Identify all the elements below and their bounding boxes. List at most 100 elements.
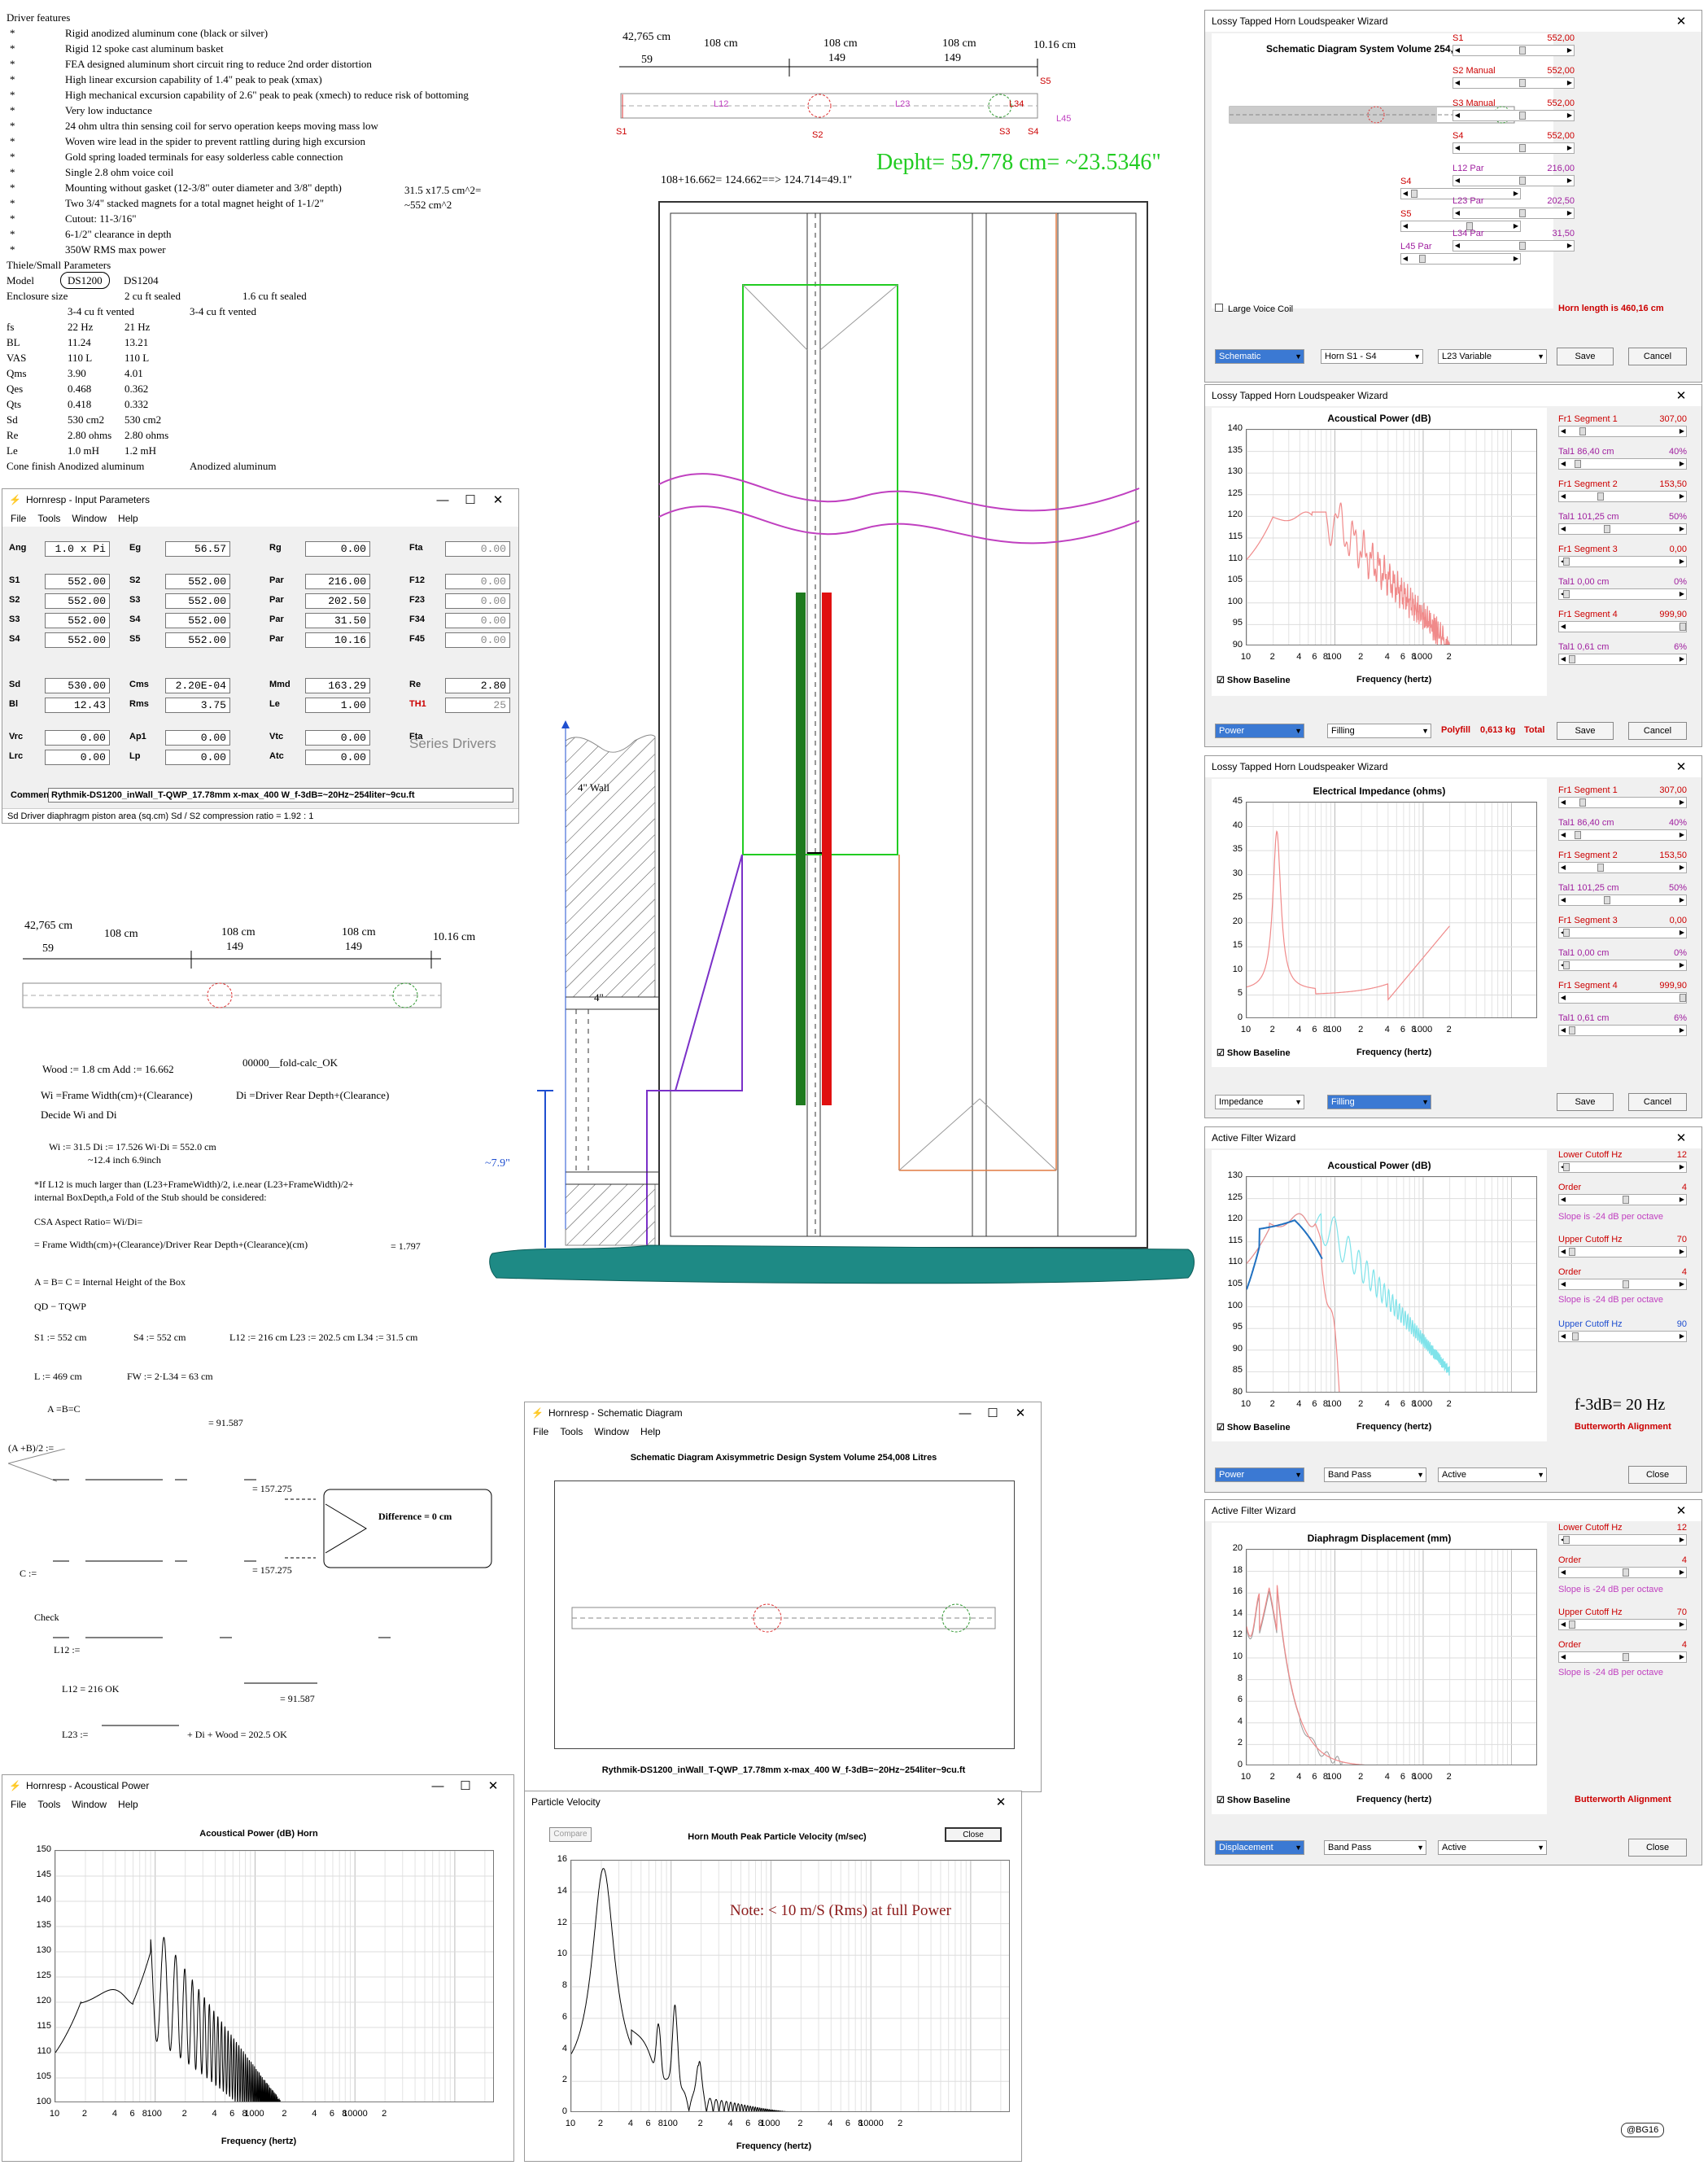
slider-right-arrow[interactable]: ▶ [1678, 1279, 1686, 1289]
slider-right-arrow[interactable]: ▶ [1678, 1026, 1686, 1035]
slider-thumb[interactable] [1519, 79, 1527, 87]
slider-right-arrow[interactable]: ▶ [1566, 241, 1574, 251]
slider-right-arrow[interactable]: ▶ [1678, 830, 1686, 840]
slider[interactable]: ◀▶ [1558, 927, 1687, 938]
menu-file[interactable]: File [11, 1799, 26, 1810]
slider-left-arrow[interactable]: ◀ [1453, 208, 1461, 218]
large-voice-coil[interactable]: Large Voice Coil [1215, 304, 1293, 314]
slider-thumb[interactable] [1579, 798, 1586, 807]
param-field[interactable]: 552.00 [165, 574, 230, 589]
filter1-close[interactable]: ✕ [1667, 1131, 1695, 1145]
slider[interactable]: ◀▶ [1558, 556, 1687, 567]
wizard2-close[interactable]: ✕ [1667, 388, 1695, 403]
slider-left-arrow[interactable]: ◀ [1559, 1026, 1567, 1035]
menu-file[interactable]: File [11, 513, 26, 524]
param-field[interactable]: 216.00 [305, 574, 370, 589]
save-button[interactable]: Save [1557, 722, 1614, 740]
param-field[interactable]: 552.00 [165, 593, 230, 609]
param-field[interactable]: 552.00 [165, 613, 230, 628]
cancel-button[interactable]: Cancel [1628, 1093, 1687, 1111]
save-button[interactable]: Save [1557, 1093, 1614, 1111]
dropdown-power[interactable]: Power ▼ [1215, 1467, 1304, 1482]
slider-thumb[interactable] [1562, 1163, 1570, 1171]
slider-left-arrow[interactable]: ◀ [1453, 143, 1461, 153]
minimize-button[interactable]: — [424, 1779, 452, 1793]
slider-thumb[interactable] [1579, 427, 1586, 435]
slider-left-arrow[interactable]: ◀ [1559, 524, 1567, 534]
slider-right-arrow[interactable]: ▶ [1678, 589, 1686, 599]
slider-left-arrow[interactable]: ◀ [1559, 622, 1567, 632]
slider[interactable]: ◀▶ [1558, 1194, 1687, 1205]
dropdown-displacement[interactable]: Displacement ▼ [1215, 1840, 1304, 1855]
show-baseline[interactable]: ☑ Show Baseline [1217, 675, 1291, 685]
slider[interactable]: ◀▶ [1452, 240, 1575, 251]
slider-right-arrow[interactable]: ▶ [1678, 1568, 1686, 1577]
slider-right-arrow[interactable]: ▶ [1678, 798, 1686, 807]
param-field[interactable]: 1.00 [305, 698, 370, 713]
slider-thumb[interactable] [1574, 831, 1581, 839]
slider-left-arrow[interactable]: ◀ [1559, 863, 1567, 873]
slider-thumb[interactable] [1623, 1280, 1629, 1288]
slider-right-arrow[interactable]: ▶ [1678, 1162, 1686, 1172]
slider[interactable]: ◀▶ [1558, 1025, 1687, 1036]
slider-left-arrow[interactable]: ◀ [1559, 1332, 1567, 1341]
slider-left-arrow[interactable]: ◀ [1559, 654, 1567, 664]
slider-right-arrow[interactable]: ▶ [1678, 1195, 1686, 1205]
slider-thumb[interactable] [1562, 558, 1570, 566]
menu-tools[interactable]: Tools [37, 513, 60, 524]
dropdown-filling[interactable]: Filling ▼ [1327, 724, 1431, 738]
slider[interactable]: ◀▶ [1452, 175, 1575, 186]
slider-thumb[interactable] [1519, 177, 1527, 185]
param-field[interactable]: 0.00 [45, 750, 110, 765]
slider[interactable]: ◀▶ [1558, 829, 1687, 841]
slider-thumb[interactable] [1562, 929, 1570, 937]
slider-left-arrow[interactable]: ◀ [1559, 895, 1567, 905]
param-field[interactable]: 552.00 [45, 593, 110, 609]
menu-window[interactable]: Window [72, 1799, 107, 1810]
slider-thumb[interactable] [1519, 144, 1527, 152]
slider[interactable]: ◀▶ [1558, 1279, 1687, 1290]
param-field[interactable]: 0.00 [305, 730, 370, 746]
param-field[interactable]: 0.00 [305, 541, 370, 557]
param-field[interactable]: 0.00 [165, 730, 230, 746]
slider-thumb[interactable] [1519, 242, 1527, 250]
slider-thumb[interactable] [1418, 255, 1426, 263]
slider-thumb[interactable] [1571, 1332, 1579, 1341]
maximize-button[interactable]: ☐ [979, 1406, 1007, 1420]
slider-thumb[interactable] [1562, 590, 1570, 598]
slider-right-arrow[interactable]: ▶ [1566, 111, 1574, 120]
slider-thumb[interactable] [1569, 655, 1576, 663]
slider-thumb[interactable] [1597, 864, 1604, 872]
slider-right-arrow[interactable]: ▶ [1678, 863, 1686, 873]
slider-thumb[interactable] [1519, 46, 1527, 55]
slider[interactable]: ◀▶ [1558, 894, 1687, 906]
slider-thumb[interactable] [1569, 1620, 1576, 1629]
maximize-button[interactable]: ☐ [456, 492, 484, 507]
slider[interactable]: ◀▶ [1558, 960, 1687, 971]
slider[interactable]: ◀▶ [1558, 1651, 1687, 1663]
slider-thumb[interactable] [1569, 1248, 1576, 1256]
close-button[interactable]: Close [1628, 1466, 1687, 1484]
slider-left-arrow[interactable]: ◀ [1559, 492, 1567, 501]
filter2-close[interactable]: ✕ [1667, 1503, 1695, 1518]
slider-left-arrow[interactable]: ◀ [1453, 78, 1461, 88]
slider-right-arrow[interactable]: ▶ [1678, 426, 1686, 436]
slider-right-arrow[interactable]: ▶ [1678, 654, 1686, 664]
minimize-button[interactable]: — [951, 1406, 979, 1420]
dropdown-bandpass[interactable]: Band Pass ▼ [1324, 1467, 1426, 1482]
slider[interactable]: ◀▶ [1558, 862, 1687, 873]
slider-right-arrow[interactable]: ▶ [1566, 208, 1574, 218]
param-field[interactable]: 163.29 [305, 678, 370, 693]
slider-thumb[interactable] [1519, 209, 1527, 217]
slider[interactable]: ◀▶ [1558, 1246, 1687, 1257]
slider-thumb[interactable] [1623, 1653, 1629, 1661]
slider-thumb[interactable] [1569, 1026, 1576, 1034]
slider[interactable]: ◀▶ [1452, 110, 1575, 121]
slider-thumb[interactable] [1574, 460, 1581, 468]
slider-left-arrow[interactable]: ◀ [1559, 798, 1567, 807]
dropdown-active[interactable]: Active ▼ [1438, 1467, 1547, 1482]
slider[interactable]: ◀▶ [1558, 491, 1687, 502]
slider-right-arrow[interactable]: ▶ [1678, 960, 1686, 970]
cancel-button[interactable]: Cancel [1628, 348, 1687, 365]
param-field[interactable]: 552.00 [45, 613, 110, 628]
